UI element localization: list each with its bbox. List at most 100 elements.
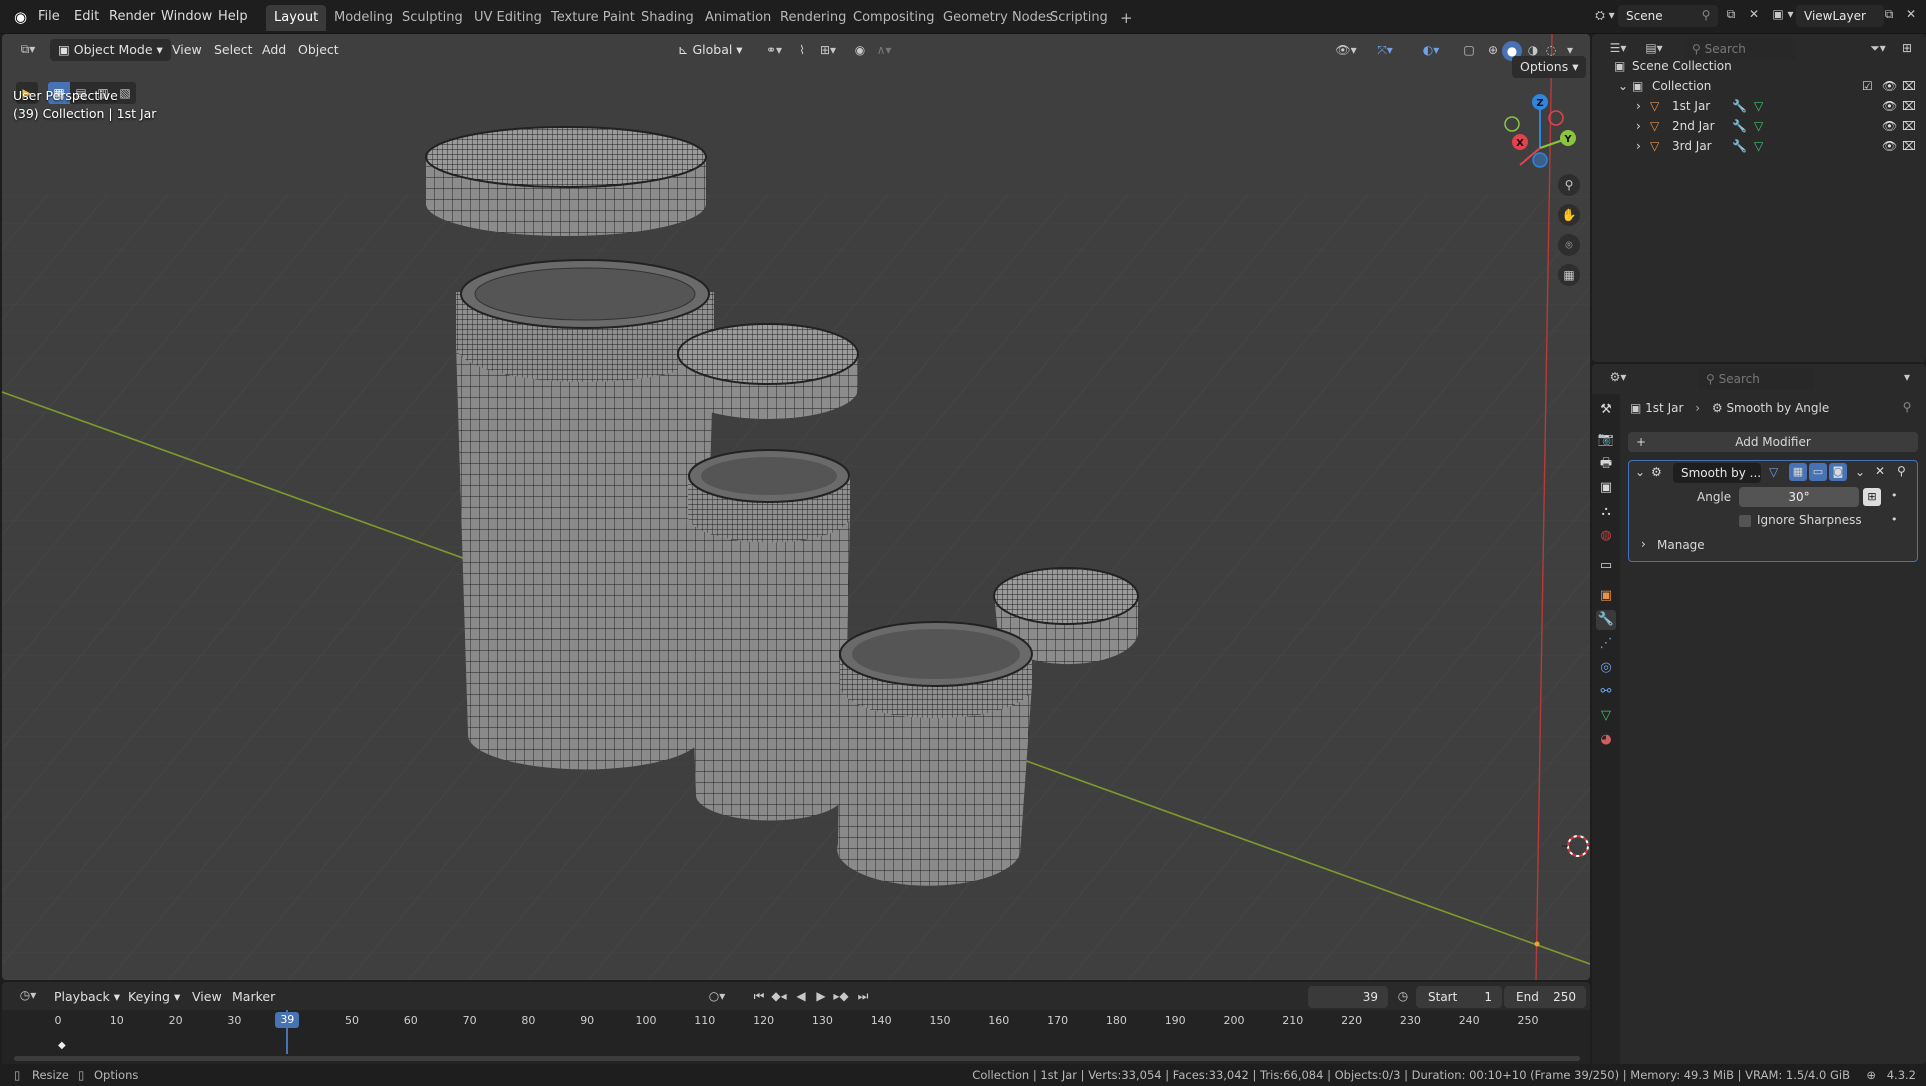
menu-timeline-view[interactable]: View (188, 986, 226, 1008)
menu-add[interactable]: Add (258, 39, 290, 61)
object-camera-icon[interactable]: ⌧ (1902, 116, 1916, 136)
snap-target-icon[interactable]: ⊞▾ (814, 43, 842, 57)
mode-dropdown[interactable]: ▣ Object Mode ▾ (50, 39, 171, 61)
modifier-wrench-icon[interactable]: 🔧 (1732, 96, 1747, 116)
rendered-shading-icon[interactable]: ◌ (1542, 43, 1560, 57)
xray-icon[interactable]: ▢ (1460, 43, 1478, 57)
world-tab-icon[interactable]: ◍ (1596, 526, 1616, 546)
outliner-row-object[interactable]: › ▽ 2nd Jar 🔧 ▽ 👁 ⌧ (1592, 116, 1926, 136)
gizmo-toggle-icon[interactable]: ⤧▾ (1370, 43, 1400, 58)
menu-window[interactable]: Window (157, 6, 216, 28)
add-workspace-button[interactable]: + (1112, 5, 1141, 31)
modifier-wrench-icon[interactable]: 🔧 (1732, 116, 1747, 136)
angle-node-socket-icon[interactable]: ⊞ (1863, 488, 1881, 506)
jump-end-icon[interactable]: ⏭ (854, 989, 872, 1004)
snap-icon[interactable]: ⌇ (792, 43, 812, 57)
modifier-dropdown-icon[interactable]: ⌄ (1855, 465, 1865, 479)
next-keyframe-icon[interactable]: ▸◆ (832, 989, 850, 1003)
timeline-editor-icon[interactable]: ◷▾ (14, 988, 42, 1002)
expand-chevron-icon[interactable]: › (1636, 116, 1641, 136)
preview-range-icon[interactable]: ◷ (1394, 989, 1412, 1003)
jar-2-lid[interactable] (677, 323, 859, 419)
edit-mode-toggle-icon[interactable]: ▽ (1769, 465, 1778, 479)
new-collection-icon[interactable]: ⊞ (1898, 41, 1916, 55)
outliner-row-object[interactable]: › ▽ 3rd Jar 🔧 ▽ 👁 ⌧ (1592, 136, 1926, 156)
angle-keyframe-dot-icon[interactable]: • (1891, 489, 1898, 502)
mesh-data-icon[interactable]: ▽ (1754, 116, 1763, 136)
delete-view-layer-icon[interactable]: ✕ (1902, 7, 1920, 21)
tab-uv-editing[interactable]: UV Editing (466, 5, 550, 31)
outliner-editor-icon[interactable]: ☰▾ (1604, 41, 1632, 55)
outliner-row-collection[interactable]: ⌄ ▣ Collection ☑ 👁 ⌧ (1592, 76, 1926, 96)
view-layer-selector[interactable]: ViewLayer (1796, 5, 1884, 27)
playhead-frame-box[interactable]: 39 (275, 1012, 300, 1028)
material-tab-icon[interactable]: ◕ (1596, 730, 1616, 750)
viewport-toggle-icon[interactable]: ▭ (1809, 463, 1827, 481)
play-icon[interactable]: ▶ (812, 989, 830, 1003)
object-tab-icon[interactable]: ▣ (1596, 586, 1616, 606)
outliner-row-object[interactable]: › ▽ 1st Jar 🔧 ▽ 👁 ⌧ (1592, 96, 1926, 116)
exclude-checkbox-icon[interactable]: ☑ (1862, 76, 1873, 96)
modifier-name-field[interactable]: Smooth by ... (1673, 463, 1761, 483)
object-camera-icon[interactable]: ⌧ (1902, 136, 1916, 156)
tab-compositing[interactable]: Compositing (845, 5, 943, 31)
data-tab-icon[interactable]: ▽ (1596, 706, 1616, 726)
pin-icon[interactable]: ⚲ (1698, 8, 1714, 22)
collection-eye-icon[interactable]: 👁 (1882, 76, 1897, 96)
object-eye-icon[interactable]: 👁 (1882, 96, 1897, 116)
properties-editor-icon[interactable]: ⚙▾ (1604, 370, 1632, 384)
particles-tab-icon[interactable]: ⋰ (1596, 634, 1616, 654)
manage-expand-icon[interactable]: › (1641, 537, 1646, 551)
menu-render[interactable]: Render (105, 6, 159, 28)
tab-texture-paint[interactable]: Texture Paint (543, 5, 643, 31)
object-eye-icon[interactable]: 👁 (1882, 136, 1897, 156)
tab-scripting[interactable]: Scripting (1042, 5, 1116, 31)
cage-toggle-icon[interactable]: ▦ (1789, 463, 1807, 481)
view-layer-icon[interactable]: ▣ ▾ (1768, 7, 1798, 21)
proportional-edit-icon[interactable]: ◉ (850, 43, 870, 57)
keyframe-diamond-icon[interactable]: ◆ (58, 1040, 66, 1051)
jump-start-icon[interactable]: ⏮ (750, 989, 768, 1004)
modifier-pin-icon[interactable]: ⚲ (1897, 464, 1906, 478)
mesh-data-icon[interactable]: ▽ (1754, 136, 1763, 156)
jar-1-lid[interactable] (425, 126, 707, 236)
gizmo-neg-y[interactable] (1504, 116, 1520, 132)
jar-1-body[interactable] (456, 259, 714, 770)
new-view-layer-icon[interactable]: ⧉ (1880, 7, 1898, 22)
menu-keying[interactable]: Keying ▾ (124, 986, 184, 1008)
camera-view-icon[interactable]: ⌾ (1558, 234, 1580, 256)
auto-keying-icon[interactable]: ○▾ (704, 989, 730, 1003)
options-dropdown[interactable]: Options ▾ (1512, 56, 1587, 78)
pin-icon[interactable]: ⚲ (1898, 400, 1916, 414)
scene-type-icon[interactable]: ⛭ ▾ (1590, 8, 1620, 23)
add-modifier-button[interactable]: + Add Modifier (1628, 432, 1918, 452)
blender-logo-icon[interactable]: ◉ (10, 6, 31, 28)
tab-rendering[interactable]: Rendering (772, 5, 854, 31)
modifier-wrench-icon[interactable]: 🔧 (1732, 136, 1747, 156)
tab-layout[interactable]: Layout (266, 5, 327, 31)
angle-field[interactable]: 30° (1739, 487, 1859, 507)
new-scene-icon[interactable]: ⧉ (1722, 7, 1740, 22)
start-frame-field[interactable]: Start 1 (1416, 986, 1502, 1008)
render-tab-icon[interactable]: 📷 (1596, 430, 1616, 450)
menu-view[interactable]: View (168, 39, 206, 61)
collection-tab-icon[interactable]: ▭ (1596, 556, 1616, 576)
menu-help[interactable]: Help (214, 6, 252, 28)
ignore-sharpness-keyframe-dot-icon[interactable]: • (1891, 513, 1898, 526)
jar-3-body[interactable] (837, 621, 1033, 886)
physics-tab-icon[interactable]: ◎ (1596, 658, 1616, 678)
gizmo-neg-z[interactable] (1532, 152, 1548, 168)
expand-chevron-icon[interactable]: › (1636, 136, 1641, 156)
delete-scene-icon[interactable]: ✕ (1745, 7, 1763, 21)
tab-sculpting[interactable]: Sculpting (394, 5, 471, 31)
tool-tab-icon[interactable]: ⚒ (1596, 400, 1616, 420)
tab-shading[interactable]: Shading (633, 5, 702, 31)
expand-chevron-icon[interactable]: › (1636, 96, 1641, 116)
tab-modeling[interactable]: Modeling (326, 5, 401, 31)
shading-options-icon[interactable]: ▾ (1562, 43, 1578, 57)
scene-tab-icon[interactable]: ⛬ (1596, 502, 1616, 522)
menu-select[interactable]: Select (210, 39, 257, 61)
menu-edit[interactable]: Edit (70, 6, 103, 28)
visibility-icon[interactable]: 👁▾ (1332, 43, 1360, 57)
modifier-remove-icon[interactable]: ✕ (1875, 464, 1885, 478)
